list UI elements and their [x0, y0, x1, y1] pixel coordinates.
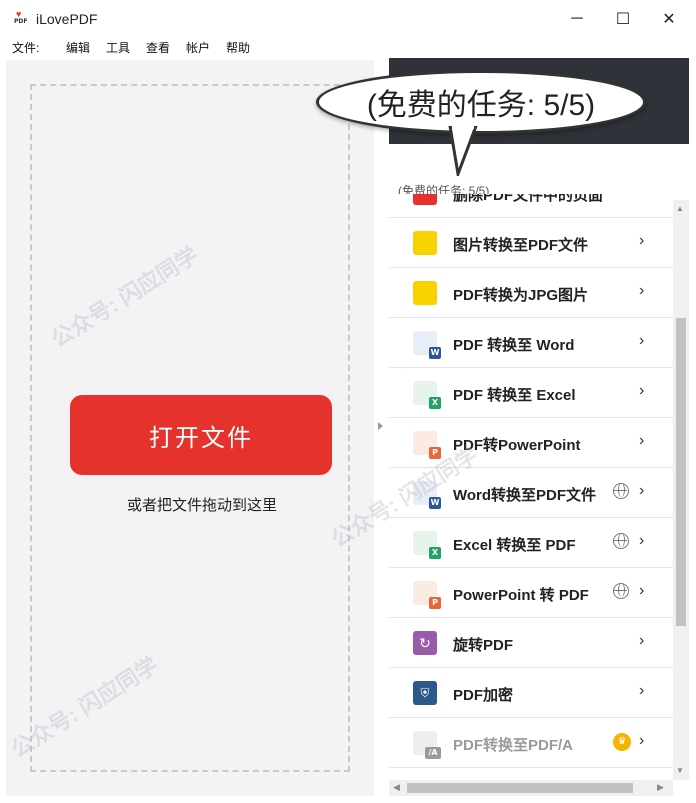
chevron-right-icon: › [639, 482, 645, 499]
tool-row-pdf-to-word[interactable]: W PDF 转换至 Word › [389, 318, 673, 368]
tool-row-word-to-pdf[interactable]: W Word转换至PDF文件 › [389, 468, 673, 518]
window-title: iLovePDF [36, 11, 98, 27]
chevron-right-icon: › [639, 282, 645, 299]
ilovepdf-logo-icon: ♥ PDF [14, 9, 28, 26]
pdf-to-ppt-icon: P [413, 431, 441, 459]
close-button[interactable]: ✕ [646, 4, 692, 34]
chevron-right-icon: › [639, 432, 645, 449]
scroll-right-icon[interactable]: ▶ [657, 782, 664, 793]
callout-bubble: (免费的任务: 5/5) [316, 70, 646, 134]
menu-file[interactable]: 文件: [12, 39, 39, 56]
chevron-right-icon: › [639, 532, 645, 549]
globe-icon [613, 533, 629, 549]
minimize-button[interactable]: ─ [554, 4, 600, 34]
protect-pdf-icon: ⛨ [413, 681, 437, 705]
chevron-right-icon: › [639, 232, 645, 249]
chevron-right-icon: › [639, 582, 645, 599]
chevron-right-icon: › [639, 194, 644, 200]
tools-panel: (免费的任务: 5/5) 删除PDF文件中的页面 › 图片转换至PDF文件 › … [389, 58, 689, 796]
file-dropzone[interactable]: 打开文件 或者把文件拖动到这里 [30, 84, 350, 772]
word-to-pdf-icon: W [413, 481, 441, 509]
vertical-scrollbar[interactable]: ▲ ▼ [673, 200, 689, 780]
upload-panel: 打开文件 或者把文件拖动到这里 [6, 60, 374, 796]
chevron-right-icon: › [639, 632, 645, 649]
scroll-up-icon[interactable]: ▲ [676, 204, 684, 213]
menu-help[interactable]: 帮助 [226, 39, 250, 56]
tool-row-delete-pages[interactable]: 删除PDF文件中的页面 › [389, 194, 673, 218]
pdf-to-jpg-icon [413, 281, 437, 305]
chevron-right-icon: › [639, 732, 645, 749]
globe-icon [613, 483, 629, 499]
image-to-pdf-icon [413, 231, 437, 255]
tool-row-pdf-to-jpg[interactable]: PDF转换为JPG图片 › [389, 268, 673, 318]
tool-row-rotate-pdf[interactable]: ↻ 旋转PDF › [389, 618, 673, 668]
scrollbar-thumb[interactable] [676, 318, 686, 626]
menu-edit[interactable]: 编辑 [66, 39, 90, 56]
excel-to-pdf-icon: X [413, 531, 441, 559]
pdf-to-word-icon: W [413, 331, 441, 359]
menu-bar: 文件: 编辑 工具 查看 帐户 帮助 [0, 38, 696, 58]
delete-pages-icon [413, 194, 437, 205]
open-file-button[interactable]: 打开文件 [70, 395, 332, 475]
drag-hint-text: 或者把文件拖动到这里 [126, 497, 277, 514]
tool-row-pdf-to-ppt[interactable]: P PDF转PowerPoint › [389, 418, 673, 468]
horizontal-scrollbar[interactable]: ◀ ▶ [389, 780, 673, 796]
pdf-to-excel-icon: X [413, 381, 441, 409]
menu-account[interactable]: 帐户 [186, 39, 210, 56]
scroll-down-icon[interactable]: ▼ [676, 766, 684, 775]
scrollbar-thumb[interactable] [407, 783, 633, 793]
pdf-to-pdfa-icon: /A [413, 731, 441, 759]
title-bar: ♥ PDF iLovePDF ─ ☐ ✕ [0, 0, 696, 38]
tool-row-image-to-pdf[interactable]: 图片转换至PDF文件 › [389, 218, 673, 268]
callout-tail [448, 126, 478, 176]
app-window: ♥ PDF iLovePDF ─ ☐ ✕ 文件: 编辑 工具 查看 帐户 帮助 … [0, 0, 696, 803]
maximize-button[interactable]: ☐ [600, 4, 646, 34]
tool-row-pdf-to-excel[interactable]: X PDF 转换至 Excel › [389, 368, 673, 418]
tool-row-pdf-to-pdfa[interactable]: /A PDF转换至PDF/A ♛ › [389, 718, 673, 768]
chevron-right-icon: › [639, 682, 645, 699]
crown-icon: ♛ [613, 733, 631, 751]
tool-row-excel-to-pdf[interactable]: X Excel 转换至 PDF › [389, 518, 673, 568]
globe-icon [613, 583, 629, 599]
menu-view[interactable]: 查看 [146, 39, 170, 56]
menu-tools[interactable]: 工具 [106, 39, 130, 56]
tool-list: 删除PDF文件中的页面 › 图片转换至PDF文件 › PDF转换为JPG图片 ›… [389, 194, 673, 774]
collapse-arrow-icon[interactable] [378, 422, 383, 430]
scroll-left-icon[interactable]: ◀ [393, 782, 400, 793]
chevron-right-icon: › [639, 382, 645, 399]
ppt-to-pdf-icon: P [413, 581, 441, 609]
chevron-right-icon: › [639, 332, 645, 349]
rotate-pdf-icon: ↻ [413, 631, 437, 655]
tool-row-protect-pdf[interactable]: ⛨ PDF加密 › [389, 668, 673, 718]
tool-row-ppt-to-pdf[interactable]: P PowerPoint 转 PDF › [389, 568, 673, 618]
